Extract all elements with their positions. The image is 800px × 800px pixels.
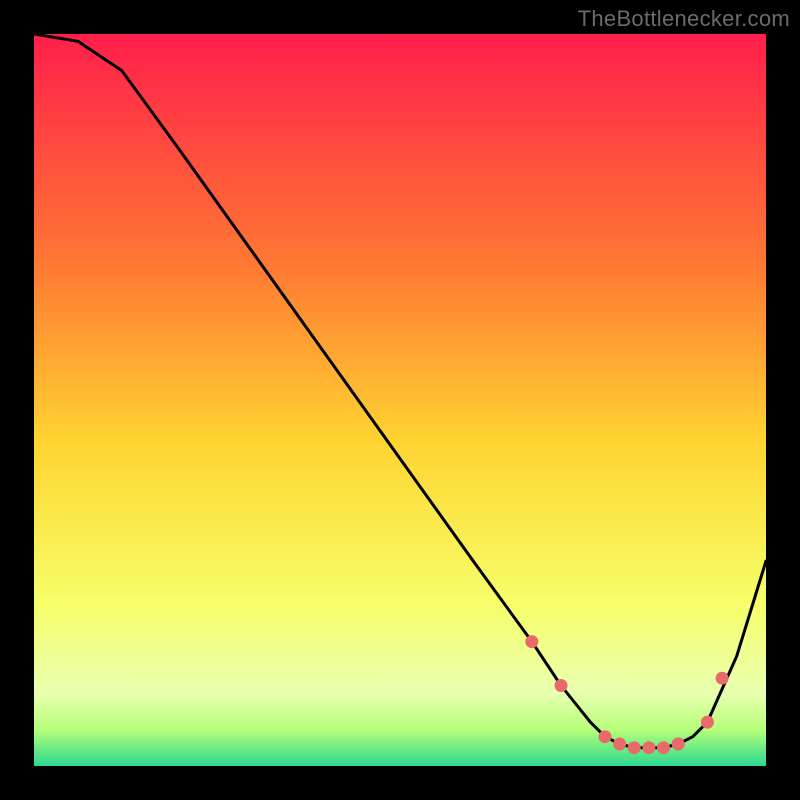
curve-marker: [642, 741, 655, 754]
curve-marker: [525, 635, 538, 648]
watermark-text: TheBottlenecker.com: [578, 6, 790, 32]
curve-marker: [555, 679, 568, 692]
curve-marker: [599, 730, 612, 743]
bottleneck-curve: [34, 34, 766, 766]
curve-marker: [701, 716, 714, 729]
curve-marker: [716, 672, 729, 685]
curve-marker: [613, 738, 626, 751]
chart-frame: TheBottlenecker.com: [0, 0, 800, 800]
curve-marker: [628, 741, 641, 754]
curve-marker: [657, 741, 670, 754]
plot-area: [34, 34, 766, 766]
curve-marker: [672, 738, 685, 751]
